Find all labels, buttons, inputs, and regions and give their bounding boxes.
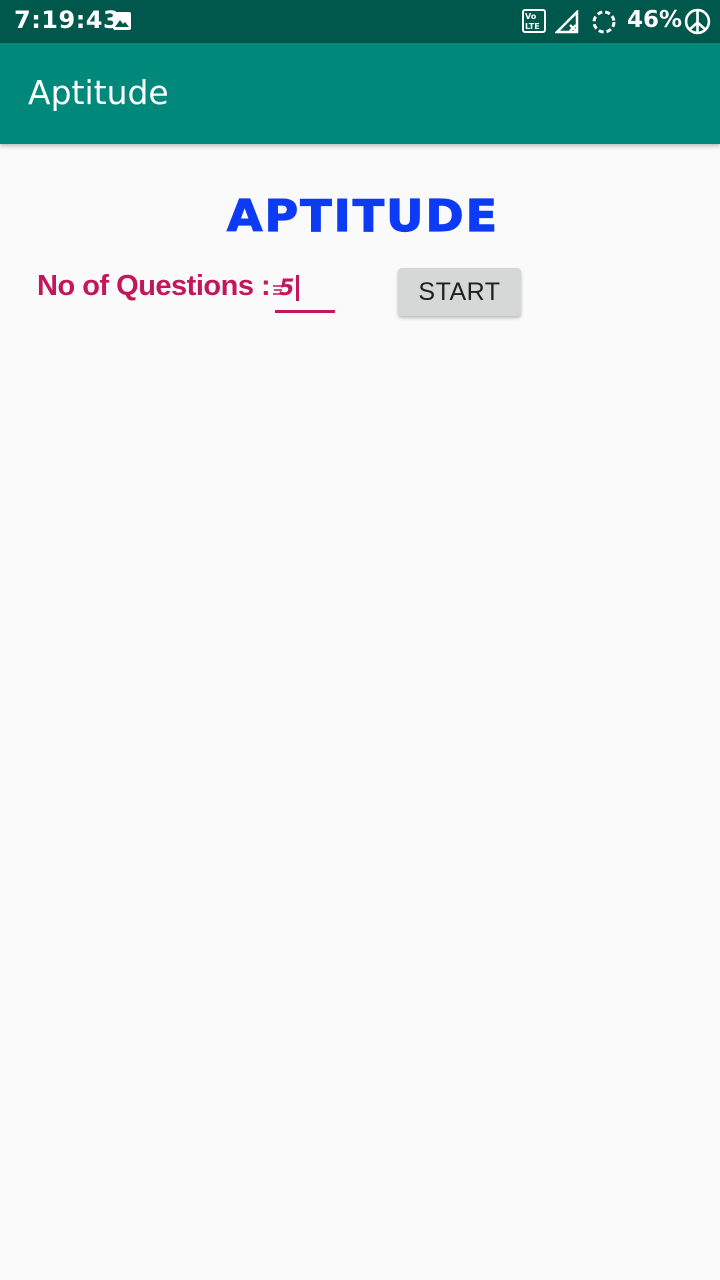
- battery-percent: 46%: [627, 7, 683, 33]
- image-icon: [113, 12, 131, 30]
- sync-icon: [592, 10, 616, 34]
- volte-icon: Vo LTE: [522, 9, 546, 33]
- text-cursor: [296, 275, 299, 301]
- questions-input-value[interactable]: 5: [279, 276, 294, 301]
- svg-text:LTE: LTE: [525, 22, 540, 31]
- app-bar: Aptitude: [0, 43, 720, 144]
- page-heading: APTITUDE: [226, 190, 500, 242]
- questions-input[interactable]: 5: [273, 270, 335, 313]
- questions-label: No of Questions :: [37, 270, 271, 302]
- status-bar: 7:19:43 Vo LTE 46%: [0, 0, 720, 43]
- start-button[interactable]: START: [398, 268, 521, 316]
- app-title: Aptitude: [28, 73, 169, 112]
- status-time: 7:19:43: [14, 6, 121, 34]
- svg-text:Vo: Vo: [525, 12, 537, 21]
- signal-icon: [555, 10, 579, 34]
- peace-icon: [684, 8, 711, 35]
